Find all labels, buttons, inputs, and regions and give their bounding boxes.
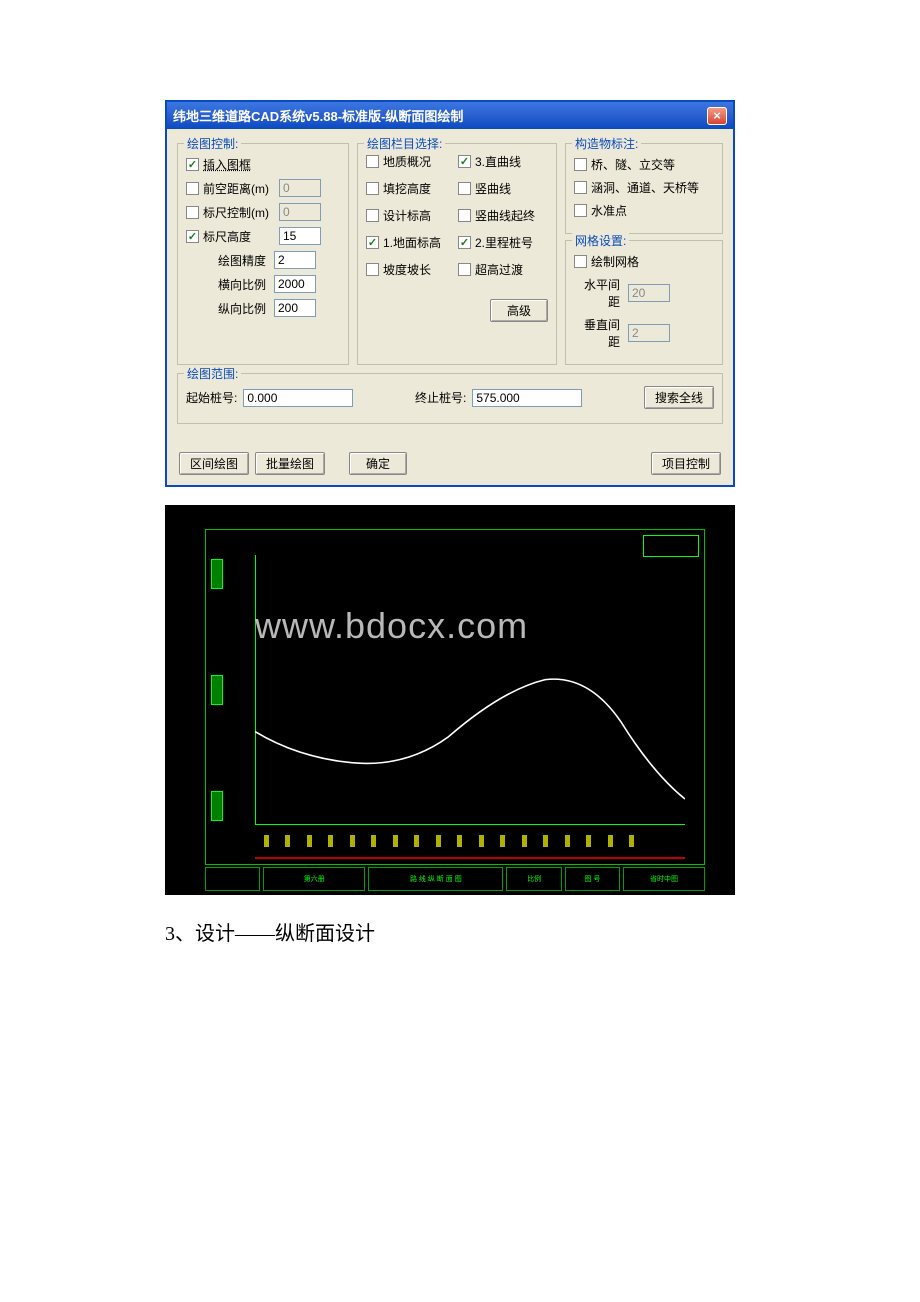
checkbox-vcurve-se[interactable] <box>458 209 471 222</box>
interval-draw-button[interactable]: 区间绘图 <box>179 452 249 475</box>
label-front-distance: 前空距离(m) <box>203 180 275 197</box>
cad-side-labels <box>211 559 225 821</box>
legend-draw-control: 绘图控制: <box>184 135 241 152</box>
label-v-scale: 纵向比例 <box>206 300 270 317</box>
top-row: 绘图控制: 插入图框 前空距离(m) 标尺控制(m) 标尺高度 <box>177 137 723 365</box>
title-text: 纬地三维道路CAD系统v5.88-标准版-纵断面图绘制 <box>173 106 463 125</box>
checkbox-vcurve[interactable] <box>458 182 471 195</box>
legend-range: 绘图范围: <box>184 365 241 382</box>
ok-button[interactable]: 确定 <box>349 452 407 475</box>
label-bridge: 桥、隧、立交等 <box>591 156 675 173</box>
advanced-button[interactable]: 高级 <box>490 299 548 322</box>
legend-grid: 网格设置: <box>572 232 629 249</box>
cad-redline <box>255 857 685 859</box>
input-v-scale[interactable] <box>274 299 316 317</box>
label-draw-grid: 绘制网格 <box>591 253 639 270</box>
checkbox-superelev[interactable] <box>458 263 471 276</box>
checkbox-insert-frame[interactable] <box>186 158 199 171</box>
cad-horizontal-ticks <box>255 829 685 847</box>
input-ruler-control[interactable] <box>279 203 321 221</box>
label-insert-frame: 插入图框 <box>203 156 251 173</box>
group-column-select: 绘图栏目选择: 地质概况 3.直曲线 填挖高度 竖曲线 设计标高 竖曲线起终 1… <box>357 143 557 365</box>
dialog-window: 纬地三维道路CAD系统v5.88-标准版-纵断面图绘制 × 绘图控制: 插入图框… <box>165 100 735 487</box>
label-straight-curve: 3.直曲线 <box>475 153 521 170</box>
search-all-button[interactable]: 搜索全线 <box>644 386 714 409</box>
label-vcurve-se: 竖曲线起终 <box>475 207 535 224</box>
input-end-station[interactable] <box>472 389 582 407</box>
project-control-button[interactable]: 项目控制 <box>651 452 721 475</box>
checkbox-geo[interactable] <box>366 155 379 168</box>
checkbox-front-distance[interactable] <box>186 182 199 195</box>
input-v-gap[interactable] <box>628 324 670 342</box>
label-v-gap: 垂直间距 <box>574 316 624 350</box>
caption-text: 3、设计——纵断面设计 <box>165 917 755 946</box>
label-superelev: 超高过渡 <box>475 261 523 278</box>
input-draw-precision[interactable] <box>274 251 316 269</box>
titlebar[interactable]: 纬地三维道路CAD系统v5.88-标准版-纵断面图绘制 × <box>167 102 733 129</box>
label-ground-elev: 1.地面标高 <box>383 234 441 251</box>
label-draw-precision: 绘图精度 <box>206 252 270 269</box>
batch-draw-button[interactable]: 批量绘图 <box>255 452 325 475</box>
checkbox-design-elev[interactable] <box>366 209 379 222</box>
label-slope: 坡度坡长 <box>383 261 431 278</box>
label-mileage: 2.里程桩号 <box>475 234 533 251</box>
checkbox-bridge[interactable] <box>574 158 587 171</box>
right-column: 构造物标注: 桥、隧、立交等 涵洞、通道、天桥等 水准点 网格设置: 绘制网格 … <box>565 137 723 365</box>
group-structure-label: 构造物标注: 桥、隧、立交等 涵洞、通道、天桥等 水准点 <box>565 143 723 234</box>
cad-title-block: 第六册 路 线 纵 断 面 图 比例 图 号 省时中图 <box>205 867 705 891</box>
cad-preview: www.bdocx.com 第六册 路 线 纵 断 面 图 比例 图 号 省时中… <box>165 505 735 895</box>
checkbox-ruler-height[interactable] <box>186 230 199 243</box>
checkbox-draw-grid[interactable] <box>574 255 587 268</box>
legend-structures: 构造物标注: <box>572 135 641 152</box>
legend-column-select: 绘图栏目选择: <box>364 135 445 152</box>
checkbox-straight-curve[interactable] <box>458 155 471 168</box>
checkbox-ruler-control[interactable] <box>186 206 199 219</box>
checkbox-slope[interactable] <box>366 263 379 276</box>
bottom-button-row: 区间绘图 批量绘图 确定 项目控制 <box>177 452 723 475</box>
label-culvert: 涵洞、通道、天桥等 <box>591 179 699 196</box>
input-front-distance[interactable] <box>279 179 321 197</box>
close-icon[interactable]: × <box>707 107 727 125</box>
label-geo: 地质概况 <box>383 153 431 170</box>
label-h-scale: 横向比例 <box>206 276 270 293</box>
label-design-elev: 设计标高 <box>383 207 431 224</box>
checkbox-ground-elev[interactable] <box>366 236 379 249</box>
label-fill-height: 填挖高度 <box>383 180 431 197</box>
checkbox-benchmark[interactable] <box>574 204 587 217</box>
label-ruler-height: 标尺高度 <box>203 228 275 245</box>
group-grid-settings: 网格设置: 绘制网格 水平间距 垂直间距 <box>565 240 723 365</box>
label-benchmark: 水准点 <box>591 202 627 219</box>
input-ruler-height[interactable] <box>279 227 321 245</box>
label-h-gap: 水平间距 <box>574 276 624 310</box>
input-h-scale[interactable] <box>274 275 316 293</box>
label-start-station: 起始桩号: <box>186 389 237 406</box>
checkbox-mileage[interactable] <box>458 236 471 249</box>
label-end-station: 终止桩号: <box>415 389 466 406</box>
group-draw-range: 绘图范围: 起始桩号: 终止桩号: 搜索全线 <box>177 373 723 424</box>
label-vcurve: 竖曲线 <box>475 180 511 197</box>
input-start-station[interactable] <box>243 389 353 407</box>
cad-legend-box <box>643 535 699 557</box>
dialog-body: 绘图控制: 插入图框 前空距离(m) 标尺控制(m) 标尺高度 <box>167 129 733 485</box>
input-h-gap[interactable] <box>628 284 670 302</box>
watermark-text: www.bdocx.com <box>255 605 528 647</box>
group-draw-control: 绘图控制: 插入图框 前空距离(m) 标尺控制(m) 标尺高度 <box>177 143 349 365</box>
checkbox-fill-height[interactable] <box>366 182 379 195</box>
label-ruler-control: 标尺控制(m) <box>203 204 275 221</box>
checkbox-culvert[interactable] <box>574 181 587 194</box>
cad-profile-curve <box>255 555 685 825</box>
